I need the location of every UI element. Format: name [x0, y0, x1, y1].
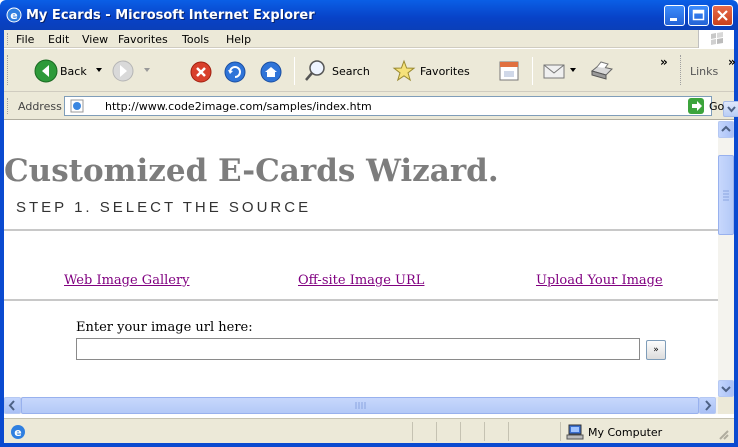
- address-dropdown-button[interactable]: [723, 101, 738, 117]
- status-bar: e My Computer: [4, 418, 734, 443]
- menu-favorites[interactable]: Favorites: [118, 33, 168, 46]
- mail-dropdown-icon[interactable]: [570, 68, 576, 72]
- minimize-icon: [670, 18, 677, 21]
- chevron-up-icon: [721, 125, 731, 132]
- toolbar-separator: [294, 57, 295, 85]
- windows-logo: [698, 30, 734, 48]
- toolbar-separator: [532, 57, 533, 85]
- my-computer-icon: [566, 424, 584, 440]
- menu-bar: File Edit View Favorites Tools Help: [4, 30, 734, 48]
- favorites-label: Favorites: [420, 65, 470, 78]
- back-label: Back: [60, 65, 87, 78]
- horizontal-scroll-thumb[interactable]: [21, 397, 699, 414]
- forward-dropdown-icon[interactable]: [144, 68, 150, 72]
- links-grip[interactable]: [680, 55, 683, 85]
- links-chevron[interactable]: »: [728, 55, 736, 69]
- address-bar: Address http://www.code2image.com/sample…: [4, 92, 738, 120]
- back-button[interactable]: Back: [16, 54, 104, 86]
- links-label[interactable]: Links: [690, 65, 718, 78]
- grip-lines-icon: [723, 190, 729, 201]
- image-url-label: Enter your image url here:: [76, 320, 253, 335]
- status-divider: [484, 422, 485, 441]
- standard-toolbar: Back Search Favorites » Links »: [4, 49, 736, 92]
- image-url-submit-button[interactable]: »: [646, 340, 666, 360]
- mail-icon: [543, 64, 565, 79]
- resize-grip-icon[interactable]: [716, 427, 730, 441]
- scroll-left-button[interactable]: [4, 397, 21, 414]
- status-divider: [412, 422, 413, 441]
- menu-file[interactable]: File: [16, 33, 34, 46]
- favorites-button[interactable]: Favorites: [390, 54, 484, 86]
- security-zone-label: My Computer: [588, 426, 663, 439]
- status-divider: [460, 422, 461, 441]
- offsite-image-url-link[interactable]: Off-site Image URL: [298, 273, 424, 288]
- image-url-input[interactable]: [76, 338, 640, 360]
- menu-tools[interactable]: Tools: [182, 33, 209, 46]
- windows-flag-icon: [711, 32, 723, 45]
- address-input[interactable]: http://www.code2image.com/samples/index.…: [64, 96, 738, 117]
- refresh-icon[interactable]: [224, 61, 246, 83]
- stop-icon[interactable]: [190, 61, 212, 83]
- search-icon: [305, 60, 325, 81]
- status-divider: [560, 422, 561, 441]
- toolbar-grip[interactable]: [7, 55, 10, 85]
- forward-button[interactable]: [108, 54, 154, 86]
- horizontal-scrollbar[interactable]: [4, 397, 718, 414]
- page-content: Customized E-Cards Wizard. STEP 1. SELEC…: [4, 121, 718, 397]
- svg-text:e: e: [14, 426, 21, 439]
- window-frame-bottom: [0, 443, 738, 447]
- search-button[interactable]: Search: [302, 54, 380, 86]
- web-image-gallery-link[interactable]: Web Image Gallery: [64, 273, 190, 288]
- menu-grip[interactable]: [7, 33, 10, 45]
- window-title: My Ecards - Microsoft Internet Explorer: [26, 8, 315, 23]
- status-divider: [436, 422, 437, 441]
- grip-lines-icon: [355, 402, 366, 409]
- scroll-corner: [718, 397, 734, 414]
- svg-text:e: e: [10, 9, 17, 22]
- address-url: http://www.code2image.com/samples/index.…: [105, 100, 372, 113]
- page-subtitle: STEP 1. SELECT THE SOURCE: [16, 199, 312, 216]
- menu-help[interactable]: Help: [226, 33, 251, 46]
- maximize-icon: [692, 9, 705, 21]
- address-label: Address: [18, 100, 62, 113]
- status-divider: [508, 422, 509, 441]
- home-icon[interactable]: [260, 61, 282, 83]
- vertical-scrollbar[interactable]: [718, 121, 734, 397]
- chevron-down-icon: [721, 386, 731, 393]
- page-status-icon: e: [11, 425, 25, 439]
- menu-edit[interactable]: Edit: [48, 33, 69, 46]
- go-arrow-icon[interactable]: [688, 98, 704, 114]
- forward-arrow-icon: [112, 60, 134, 82]
- window-frame-right: [734, 30, 738, 447]
- toolbar-chevron[interactable]: »: [660, 55, 668, 69]
- back-arrow-icon: [34, 59, 58, 83]
- chevron-right-icon: [705, 400, 712, 411]
- media-icon[interactable]: [498, 59, 520, 83]
- search-label: Search: [332, 65, 370, 78]
- go-button[interactable]: Go: [709, 100, 724, 113]
- mail-button[interactable]: [540, 54, 582, 86]
- minimize-button[interactable]: [664, 5, 685, 26]
- back-dropdown-icon[interactable]: [96, 68, 102, 72]
- close-button[interactable]: [712, 5, 733, 26]
- title-bar[interactable]: e My Ecards - Microsoft Internet Explore…: [0, 0, 738, 30]
- close-icon: [717, 10, 728, 21]
- divider: [4, 299, 718, 301]
- divider: [4, 229, 718, 231]
- address-grip[interactable]: [7, 98, 10, 114]
- internet-explorer-icon[interactable]: e: [6, 7, 22, 23]
- menu-view[interactable]: View: [82, 33, 108, 46]
- scroll-up-button[interactable]: [718, 121, 734, 138]
- chevron-left-icon: [8, 400, 15, 411]
- vertical-scroll-thumb[interactable]: [718, 155, 734, 235]
- page-icon: [70, 99, 84, 113]
- favorites-star-icon: [392, 59, 416, 82]
- chevron-down-icon: [727, 106, 736, 113]
- scroll-down-button[interactable]: [718, 380, 734, 397]
- upload-your-image-link[interactable]: Upload Your Image: [536, 273, 663, 288]
- print-icon[interactable]: [588, 59, 614, 83]
- page-title: Customized E-Cards Wizard.: [4, 153, 499, 189]
- scroll-right-button[interactable]: [699, 397, 716, 414]
- maximize-button[interactable]: [688, 5, 709, 26]
